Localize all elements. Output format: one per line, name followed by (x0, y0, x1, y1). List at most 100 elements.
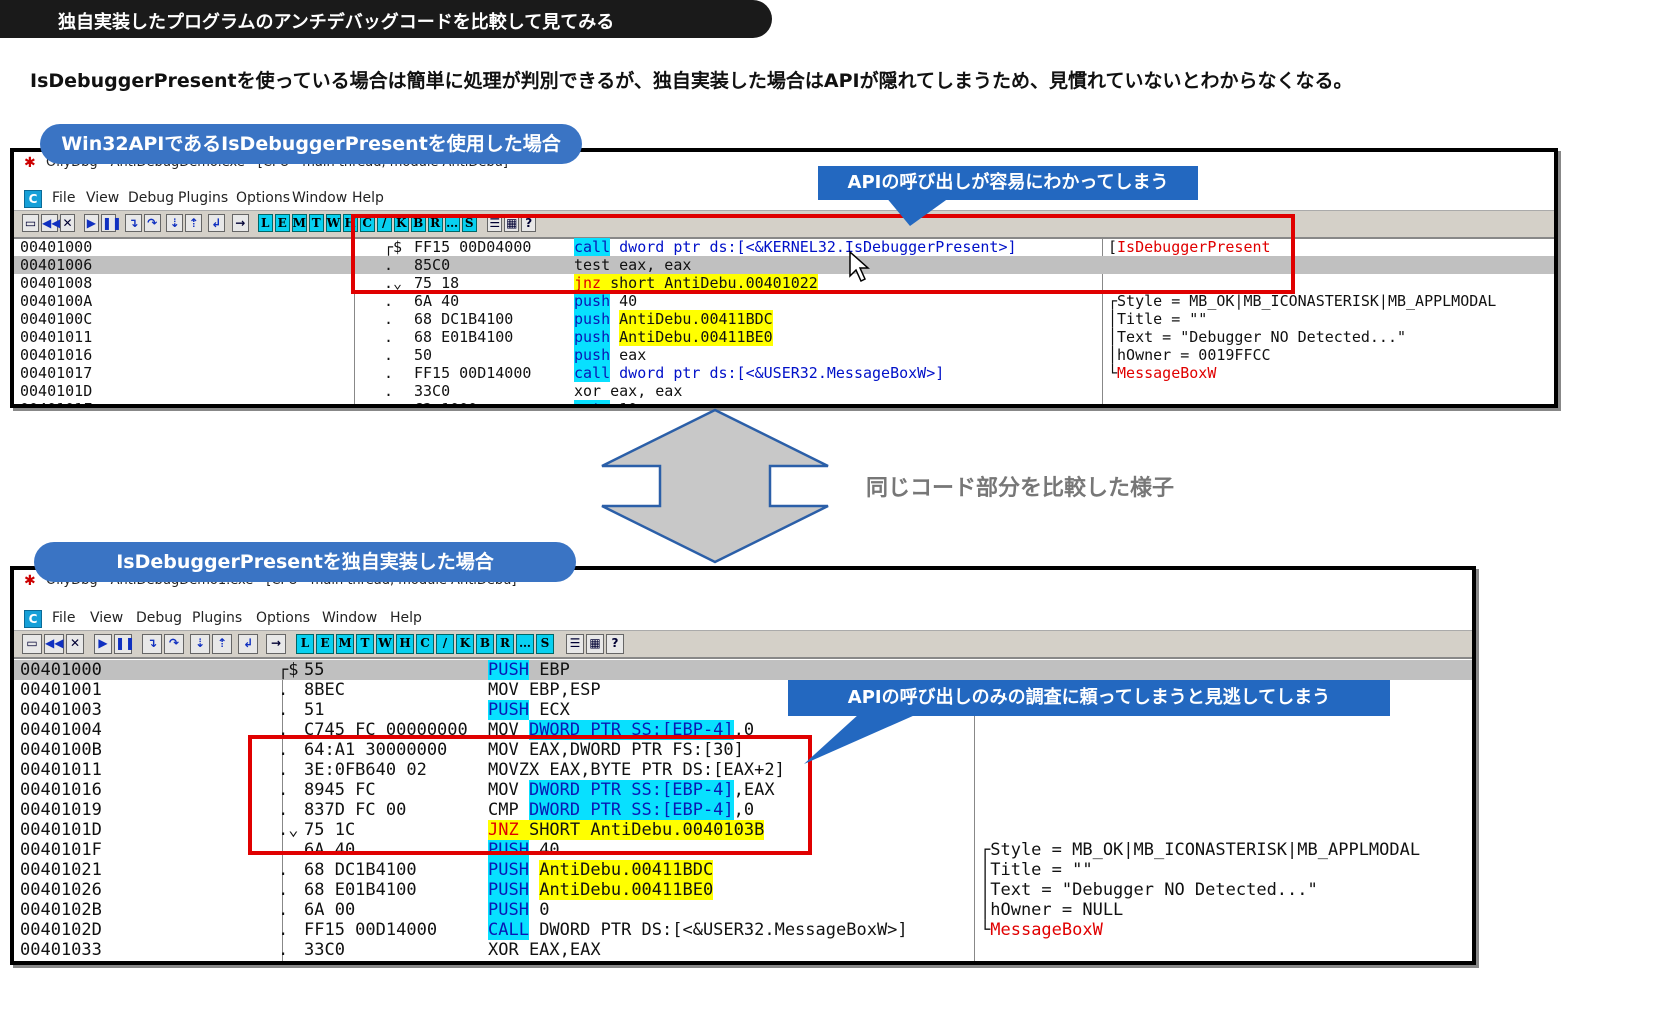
asm-token: PUSH (488, 900, 529, 920)
disasm-row[interactable]: 0040102D. FF15 00D14000 CALL DWORD PTR DS:… (14, 920, 1472, 940)
comment-token: ┌Style = MB_OK|MB_ICONASTERISK|MB_APPLMO… (980, 840, 1421, 860)
goto-icon[interactable]: → (231, 214, 249, 232)
run-icon[interactable]: ▶ (94, 634, 112, 654)
disasm-row[interactable]: 0040100A. 6A 40 push 40 ┌Style = MB_OK|MB_I… (14, 292, 1554, 310)
toolbar-window-h-button[interactable]: H (396, 634, 414, 654)
disasm-row[interactable]: 00401033. 33C0 XOR EAX,EAX (14, 940, 1472, 960)
menu-help[interactable]: Help (390, 610, 422, 626)
asm-token: push (574, 346, 611, 364)
open-icon[interactable]: ▭ (22, 214, 39, 232)
menu-options[interactable]: Options (236, 190, 290, 206)
execute-till-return-icon[interactable]: ↲ (238, 634, 258, 654)
toolbar-window-c-button[interactable]: C (416, 634, 434, 654)
asm-token: push (574, 310, 611, 328)
toolbar-window-t-button[interactable]: T (356, 634, 374, 654)
help-icon[interactable]: ? (606, 634, 624, 654)
toolbar-window-b-button[interactable]: B (476, 634, 494, 654)
asm-token: CALL (488, 920, 529, 940)
close-icon[interactable]: ✕ (66, 634, 84, 654)
trace-into-icon[interactable]: ⇣ (166, 214, 184, 232)
menu-window[interactable]: Window (292, 190, 347, 206)
menu-file[interactable]: File (52, 190, 75, 206)
menu-plugins[interactable]: Plugins (178, 190, 228, 206)
disasm-row[interactable]: 0040102B. 6A 00 PUSH 0 │hOwner = NULL (14, 900, 1472, 920)
address-cell: 0040100C (20, 310, 93, 328)
menu-window[interactable]: Window (322, 610, 377, 626)
comment-cell: │hOwner = NULL (980, 900, 1123, 920)
restart-icon[interactable]: ◀◀ (44, 634, 64, 654)
double-arrow-icon (601, 408, 829, 564)
step-into-icon[interactable]: ↴ (142, 634, 162, 654)
colors-icon[interactable]: ▦ (586, 634, 604, 654)
disasm-row[interactable]: 0040101F. C2 1000 retn 10 (14, 400, 1554, 404)
menu-view[interactable]: View (86, 190, 119, 206)
disasm-row[interactable]: 00401011. 68 E01B4100 push AntiDebu.00411B… (14, 328, 1554, 346)
cpu-window-icon[interactable]: C (24, 190, 42, 208)
trace-into-icon[interactable]: ⇣ (190, 634, 210, 654)
toolbar-window-t-button[interactable]: T (308, 214, 324, 232)
toolbar-window-w-button[interactable]: W (376, 634, 394, 654)
flow-marker: . (278, 900, 289, 920)
mouse-cursor-icon (849, 250, 870, 283)
trace-over-icon[interactable]: ⇡ (212, 634, 232, 654)
toolbar-window-m-button[interactable]: M (336, 634, 354, 654)
flow-marker: . (384, 346, 394, 364)
asm-token: DWORD PTR DS:[<&USER32.MessageBoxW>] (528, 920, 908, 940)
toolbar-window-m-button[interactable]: M (291, 214, 307, 232)
asm-token: xor eax, eax (574, 382, 683, 400)
menu-debug[interactable]: Debug (128, 190, 174, 206)
hex-dump-cell: 50 (414, 346, 433, 364)
hex-dump-cell: 68 DC1B4100 (304, 860, 417, 880)
menu-help[interactable]: Help (352, 190, 384, 206)
comment-cell: ┌Style = MB_OK|MB_ICONASTERISK|MB_APPLMO… (1108, 292, 1496, 310)
disasm-row[interactable]: 00401017. FF15 00D14000 call dword ptr ds:… (14, 364, 1554, 382)
pause-icon[interactable]: ❚❚ (114, 634, 135, 654)
appearance-icon[interactable]: ☰ (566, 634, 584, 654)
toolbar-window-e-button[interactable]: E (316, 634, 334, 654)
close-icon[interactable]: ✕ (60, 214, 75, 232)
toolbar-window-l-button[interactable]: L (257, 214, 273, 232)
toolbar-window-k-button[interactable]: K (456, 634, 474, 654)
run-icon[interactable]: ▶ (83, 214, 99, 232)
disasm-row[interactable]: 00401016. 50 push eax │hOwner = 0019FFCC (14, 346, 1554, 364)
step-into-icon[interactable]: ↴ (124, 214, 142, 232)
menu-options[interactable]: Options (256, 610, 310, 626)
menu-file[interactable]: File (52, 610, 75, 626)
disasm-row[interactable]: 00401021. 68 DC1B4100 PUSH AntiDebu.00411B… (14, 860, 1472, 880)
address-cell: 00401011 (20, 328, 93, 346)
disasm-row[interactable]: 00401000 ┌$ 55 PUSH EBP (14, 660, 1472, 680)
step-over-icon[interactable]: ↷ (143, 214, 161, 232)
menu-debug[interactable]: Debug (136, 610, 182, 626)
toolbar-window-slash-button[interactable]: / (436, 634, 454, 654)
flow-marker: . (384, 292, 394, 310)
toolbar-window-r-button[interactable]: R (496, 634, 514, 654)
disasm-row[interactable]: 0040100C. 68 DC1B4100 push AntiDebu.00411B… (14, 310, 1554, 328)
address-cell: 00401001 (20, 680, 102, 700)
disasm-row[interactable]: 0040101D. 33C0 xor eax, eax (14, 382, 1554, 400)
comment-token: │Title = "" (1108, 310, 1208, 328)
address-cell: 00401016 (20, 780, 102, 800)
toolbar-window-e-button[interactable]: E (274, 214, 290, 232)
comment-token: MessageBoxW (1117, 364, 1217, 382)
pause-icon[interactable]: ❚❚ (100, 214, 122, 232)
step-over-icon[interactable]: ↷ (164, 634, 184, 654)
comment-cell: │Text = "Debugger NO Detected..." (980, 880, 1318, 900)
toolbar-window-s-button[interactable]: S (536, 634, 554, 654)
toolbar-window-more-button[interactable]: … (516, 634, 534, 654)
goto-icon[interactable]: → (266, 634, 286, 654)
toolbar-window-w-button[interactable]: W (325, 214, 341, 232)
address-cell: 00401011 (20, 760, 102, 780)
asm-token: AntiDebu.00411BDC (619, 310, 773, 328)
disasm-row[interactable]: 00401026. 68 E01B4100 PUSH AntiDebu.00411B… (14, 880, 1472, 900)
comment-token: │hOwner = NULL (980, 900, 1124, 920)
address-cell: 00401006 (20, 256, 93, 274)
toolbar-window-l-button[interactable]: L (296, 634, 314, 654)
menu-plugins[interactable]: Plugins (192, 610, 242, 626)
trace-over-icon[interactable]: ⇡ (185, 214, 203, 232)
cpu-window-icon[interactable]: C (24, 610, 42, 628)
hex-dump-cell: 68 E01B4100 (414, 328, 514, 346)
restart-icon[interactable]: ◀◀ (41, 214, 60, 232)
menu-view[interactable]: View (90, 610, 123, 626)
open-icon[interactable]: ▭ (22, 634, 42, 654)
execute-till-return-icon[interactable]: ↲ (207, 214, 225, 232)
